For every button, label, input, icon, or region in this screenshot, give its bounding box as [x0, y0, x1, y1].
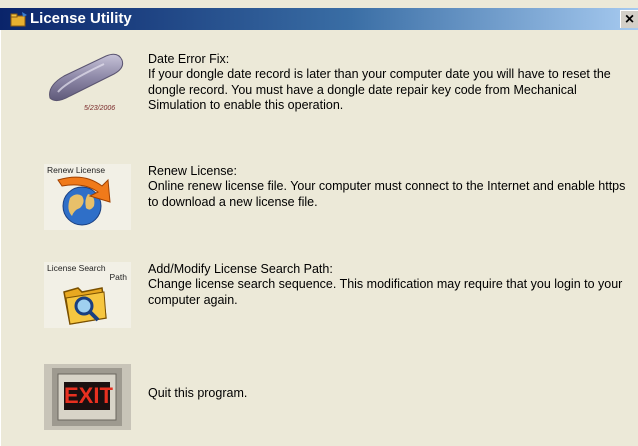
license-search-path-description: Change license search sequence. This mod…: [148, 277, 623, 307]
app-icon: [10, 11, 28, 27]
license-search-path-heading: Add/Modify License Search Path:: [148, 262, 333, 276]
folder-magnifier-icon: [63, 287, 107, 325]
date-error-fix-button[interactable]: 5/23/2006: [44, 52, 131, 118]
exit-description: Quit this program.: [148, 386, 248, 400]
renew-license-text: Renew License: Online renew license file…: [148, 164, 628, 210]
renew-license-button[interactable]: Renew License: [44, 164, 131, 230]
license-search-path-button[interactable]: License Search Path: [44, 262, 131, 328]
close-button[interactable]: ×: [620, 10, 638, 28]
dongle-date-label: 5/23/2006: [84, 105, 116, 112]
renew-license-description: Online renew license file. Your computer…: [148, 179, 626, 209]
exit-button[interactable]: EXIT: [44, 364, 131, 430]
window-title: License Utility: [30, 10, 132, 27]
license-search-path-text: Add/Modify License Search Path: Change l…: [148, 262, 628, 308]
date-error-fix-description: If your dongle date record is later than…: [148, 67, 611, 113]
date-error-fix-heading: Date Error Fix:: [148, 52, 230, 66]
date-error-fix-text: Date Error Fix: If your dongle date reco…: [148, 52, 628, 114]
exit-sign-text: EXIT: [64, 383, 113, 408]
options-panel: 5/23/2006 Date Error Fix: If your dongle…: [0, 30, 638, 446]
title-bar[interactable]: License Utility ×: [0, 8, 638, 30]
license-utility-window: License Utility × 5/23/2006 Date Error F…: [0, 0, 638, 446]
exit-text: Quit this program.: [148, 386, 628, 401]
renew-license-heading: Renew License:: [148, 164, 237, 178]
globe-arrow-icon: [57, 176, 111, 226]
